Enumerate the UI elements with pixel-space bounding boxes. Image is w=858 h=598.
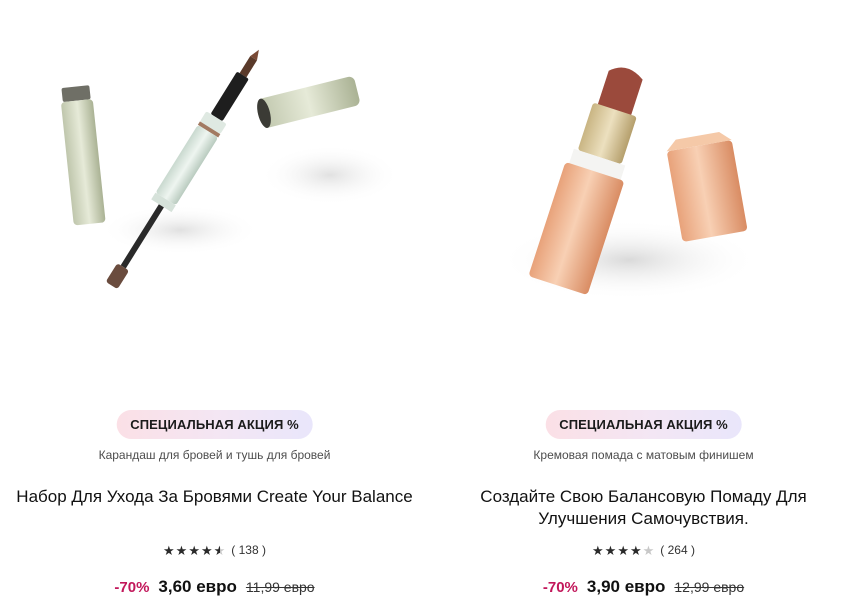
rating: ★ ★ ★ ★ ★ ( 138 ) bbox=[0, 543, 429, 557]
rating-count: ( 264 ) bbox=[660, 543, 695, 557]
product-card-brow-set[interactable]: СПЕЦИАЛЬНАЯ АКЦИЯ % Карандаш для бровей … bbox=[0, 0, 429, 598]
rating-count: ( 138 ) bbox=[231, 543, 266, 557]
product-title[interactable]: Набор Для Ухода За Бровями Create Your B… bbox=[0, 486, 439, 508]
rating: ★ ★ ★ ★ ★ ( 264 ) bbox=[429, 543, 858, 557]
old-price: 11,99 евро bbox=[245, 579, 315, 595]
star-icon: ★ bbox=[200, 542, 213, 558]
product-image[interactable] bbox=[429, 0, 858, 360]
price-row: -70% 3,90 евро 12,99 евро bbox=[429, 577, 858, 597]
promo-badge: СПЕЦИАЛЬНАЯ АКЦИЯ % bbox=[116, 410, 313, 439]
discount-label: -70% bbox=[114, 579, 150, 596]
star-icon: ★ bbox=[163, 542, 175, 558]
promo-badge: СПЕЦИАЛЬНАЯ АКЦИЯ % bbox=[545, 410, 742, 439]
product-card-lipstick[interactable]: СПЕЦИАЛЬНАЯ АКЦИЯ % Кремовая помада с ма… bbox=[429, 0, 858, 598]
star-icon: ★ bbox=[604, 542, 617, 558]
rating-stars: ★ ★ ★ ★ ★ bbox=[163, 544, 225, 557]
current-price: 3,90 евро bbox=[586, 577, 666, 596]
star-icon: ★ bbox=[188, 542, 200, 558]
star-empty-icon: ★ bbox=[642, 542, 655, 558]
star-icon: ★ bbox=[175, 542, 188, 558]
product-subtitle: Карандаш для бровей и тушь для бровей bbox=[98, 448, 331, 462]
star-icon: ★ bbox=[617, 542, 629, 558]
star-half-icon: ★ bbox=[213, 542, 226, 558]
price-row: -70% 3,60 евро 11,99 евро bbox=[0, 577, 429, 597]
rating-stars: ★ ★ ★ ★ ★ bbox=[592, 544, 654, 557]
product-image[interactable] bbox=[0, 0, 429, 360]
product-title[interactable]: Создайте Свою Балансовую Помаду Для Улуч… bbox=[469, 486, 818, 530]
discount-label: -70% bbox=[542, 579, 578, 596]
star-icon: ★ bbox=[592, 542, 604, 558]
star-icon: ★ bbox=[629, 542, 642, 558]
product-subtitle: Кремовая помада с матовым финишем bbox=[533, 448, 754, 462]
old-price: 12,99 евро bbox=[674, 579, 745, 595]
current-price: 3,60 евро bbox=[158, 577, 237, 596]
